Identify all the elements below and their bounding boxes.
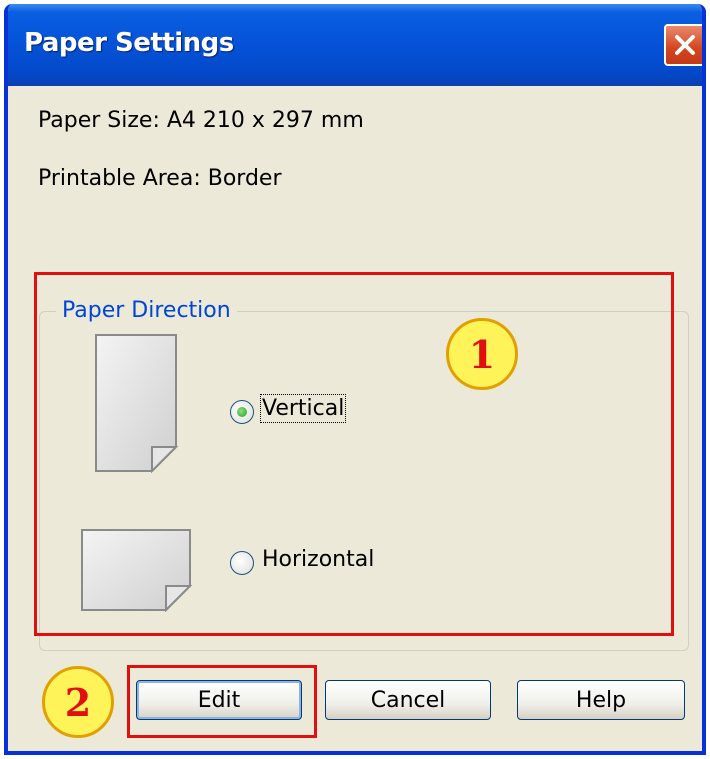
edit-button[interactable]: Edit — [136, 680, 302, 720]
title-bar[interactable]: Paper Settings — [8, 4, 702, 86]
help-button[interactable]: Help — [517, 680, 685, 720]
close-icon — [675, 35, 695, 55]
annotation-badge-1: 1 — [446, 318, 518, 390]
cancel-button[interactable]: Cancel — [325, 680, 491, 720]
annotation-badge-2: 2 — [42, 666, 114, 738]
paper-size-text: Paper Size: A4 210 x 297 mm — [38, 108, 364, 133]
printable-area-text: Printable Area: Border — [38, 166, 282, 191]
close-button[interactable] — [664, 24, 702, 66]
highlight-box-1 — [34, 272, 674, 636]
dialog-title: Paper Settings — [24, 28, 234, 58]
